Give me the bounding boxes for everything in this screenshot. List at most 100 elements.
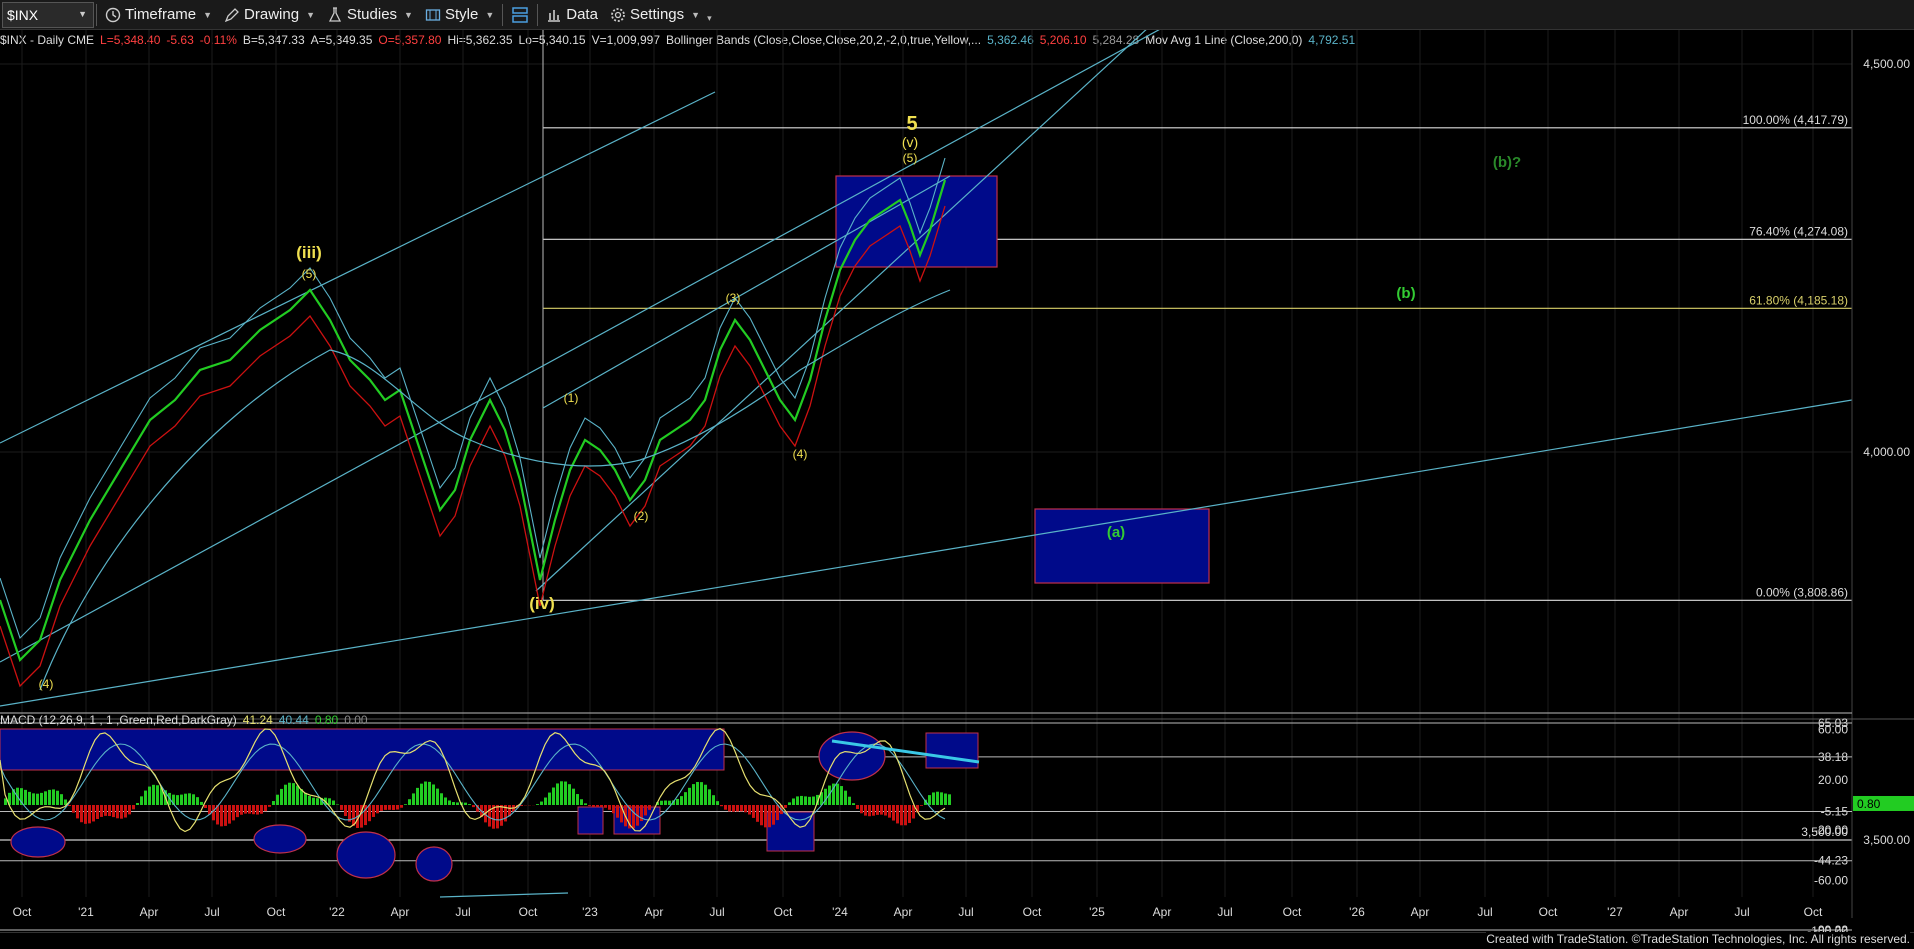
timeframe-button[interactable]: Timeframe ▼ — [99, 2, 218, 28]
macd-hist-bar — [420, 783, 423, 805]
macd-hist-bar — [352, 805, 355, 826]
macd-tick-label: 20.00 — [1818, 773, 1848, 787]
time-tick-label: '24 — [832, 905, 848, 919]
chevron-down-icon[interactable]: ▼ — [78, 9, 87, 19]
macd-hist-bar — [416, 787, 419, 805]
macd-signal: 40.44 — [278, 713, 309, 727]
time-axis: Oct '21 Apr Jul Oct '22 Apr Jul Oct '23 Apr Jul Oct '… — [13, 905, 1823, 919]
wave-label-iii: (iii) — [296, 243, 322, 262]
fib-label: 100.00% (4,417.79) — [1743, 113, 1848, 127]
settings-button[interactable]: Settings ▼ ▾ — [604, 2, 718, 28]
macd-hist-bar — [444, 797, 447, 805]
macd-hist-bar — [896, 805, 899, 824]
macd-hist-bar — [888, 805, 891, 818]
separator — [96, 3, 97, 26]
macd-tick-label: -100.00 — [1807, 924, 1848, 932]
macd-hist-bar — [332, 800, 335, 805]
wave-label-iv: (iv) — [529, 594, 555, 613]
macd-tick-label: -60.00 — [1814, 874, 1848, 888]
layout-button[interactable] — [505, 2, 535, 28]
studies-button[interactable]: Studies ▼ — [321, 2, 419, 28]
macd-hist-bar — [756, 805, 759, 822]
time-tick-label: Jul — [1477, 905, 1492, 919]
macd-hist-bar — [404, 804, 407, 805]
drawing-button[interactable]: Drawing ▼ — [218, 2, 321, 28]
macd-hist-bar — [944, 793, 947, 805]
wave-label-v5: (5) — [903, 151, 918, 165]
macd-hist-bar — [764, 805, 767, 828]
macd-hist-bar — [940, 792, 943, 805]
macd-hist-bar — [716, 801, 719, 805]
macd-hist-bar — [304, 792, 307, 805]
macd-hist-bar — [28, 791, 31, 805]
macd-hist-bar — [736, 805, 739, 812]
gear-icon — [610, 7, 626, 23]
macd-hist-bar — [292, 783, 295, 805]
macd-hist-bar — [648, 805, 651, 810]
macd-hist-bar — [380, 805, 383, 811]
wave-label-b: (b) — [1396, 285, 1415, 302]
time-tick-label: Apr — [140, 905, 159, 919]
footer-credit: Created with TradeStation. ©TradeStation… — [1486, 932, 1910, 949]
macd-hist-bar — [68, 805, 71, 807]
macd-hist-bar — [872, 805, 875, 816]
macd-hist-bar — [144, 790, 147, 805]
macd-hist-bar — [80, 805, 83, 823]
data-button[interactable]: Data — [540, 2, 604, 28]
macd-hist-bar — [76, 805, 79, 819]
clock-icon — [105, 7, 121, 23]
macd-hist-bar — [36, 793, 39, 805]
price-line — [0, 179, 947, 663]
macd-hist-bar — [200, 801, 203, 805]
time-tick-label: Oct — [1023, 905, 1042, 919]
macd-hist-bar — [336, 804, 339, 805]
macd-hist-bar — [116, 805, 119, 819]
macd-hist-bar — [244, 805, 247, 814]
macd-hist-bar — [60, 794, 63, 805]
macd-hist-bar — [760, 805, 763, 826]
divergence-line — [439, 892, 569, 898]
macd-hist-bar — [432, 784, 435, 805]
macd-hist-bar — [184, 793, 187, 805]
wave-label-1: (1) — [564, 391, 579, 405]
macd-hist-bar — [788, 802, 791, 805]
macd-hist-bar — [868, 805, 871, 817]
macd-hist-bar — [920, 805, 923, 806]
macd-hist-bar — [904, 805, 907, 826]
time-tick-label: '21 — [78, 905, 94, 919]
macd-ellipse — [253, 824, 307, 854]
macd-hist-bar — [48, 789, 51, 805]
style-button[interactable]: Style ▼ — [419, 2, 500, 28]
macd-hist-bar — [900, 805, 903, 826]
macd-hist-bar — [440, 793, 443, 805]
macd-hist-bar — [800, 795, 803, 805]
chart-area[interactable]: 300.00% (5,635.65)261.80% (5,403.04)238.… — [0, 30, 1914, 932]
macd-hist-bar — [120, 805, 123, 819]
trend-line — [0, 30, 1160, 663]
macd-hist-bar — [844, 790, 847, 805]
macd-hist-bar — [680, 796, 683, 805]
price-tick-label: 4,500.00 — [1863, 57, 1910, 71]
macd-info-bar: MACD (12,26,9, 1 , 1 ,Green,Red,DarkGray… — [0, 713, 368, 727]
macd-hist-bar — [684, 792, 687, 805]
macd-hist-bar — [908, 805, 911, 823]
toolbar: $INX ▼ Timeframe ▼ Drawing ▼ Studies ▼ S… — [0, 0, 1914, 30]
wave-label-4-left: (4) — [39, 677, 54, 691]
macd-hist-bar — [284, 784, 287, 805]
macd-hist-bar — [156, 785, 159, 805]
chevron-down-icon: ▼ — [485, 9, 495, 20]
fib-label: 61.80% (4,185.18) — [1749, 293, 1848, 307]
macd-hist-bar — [600, 805, 603, 808]
symbol-input[interactable]: $INX ▼ — [2, 1, 94, 28]
macd-hist-bar — [52, 789, 55, 805]
macd-hist-bar — [256, 805, 259, 815]
macd-hist-bar — [664, 800, 667, 805]
wave-label-3: (3) — [726, 291, 741, 305]
macd-hist-bar — [712, 795, 715, 805]
macd-hist-bar — [384, 805, 387, 810]
trend-lines — [0, 30, 1853, 707]
macd-hist-bar — [676, 798, 679, 805]
macd-hist-bar — [936, 791, 939, 805]
separator — [537, 3, 539, 26]
macd-hist-bar — [812, 796, 815, 805]
